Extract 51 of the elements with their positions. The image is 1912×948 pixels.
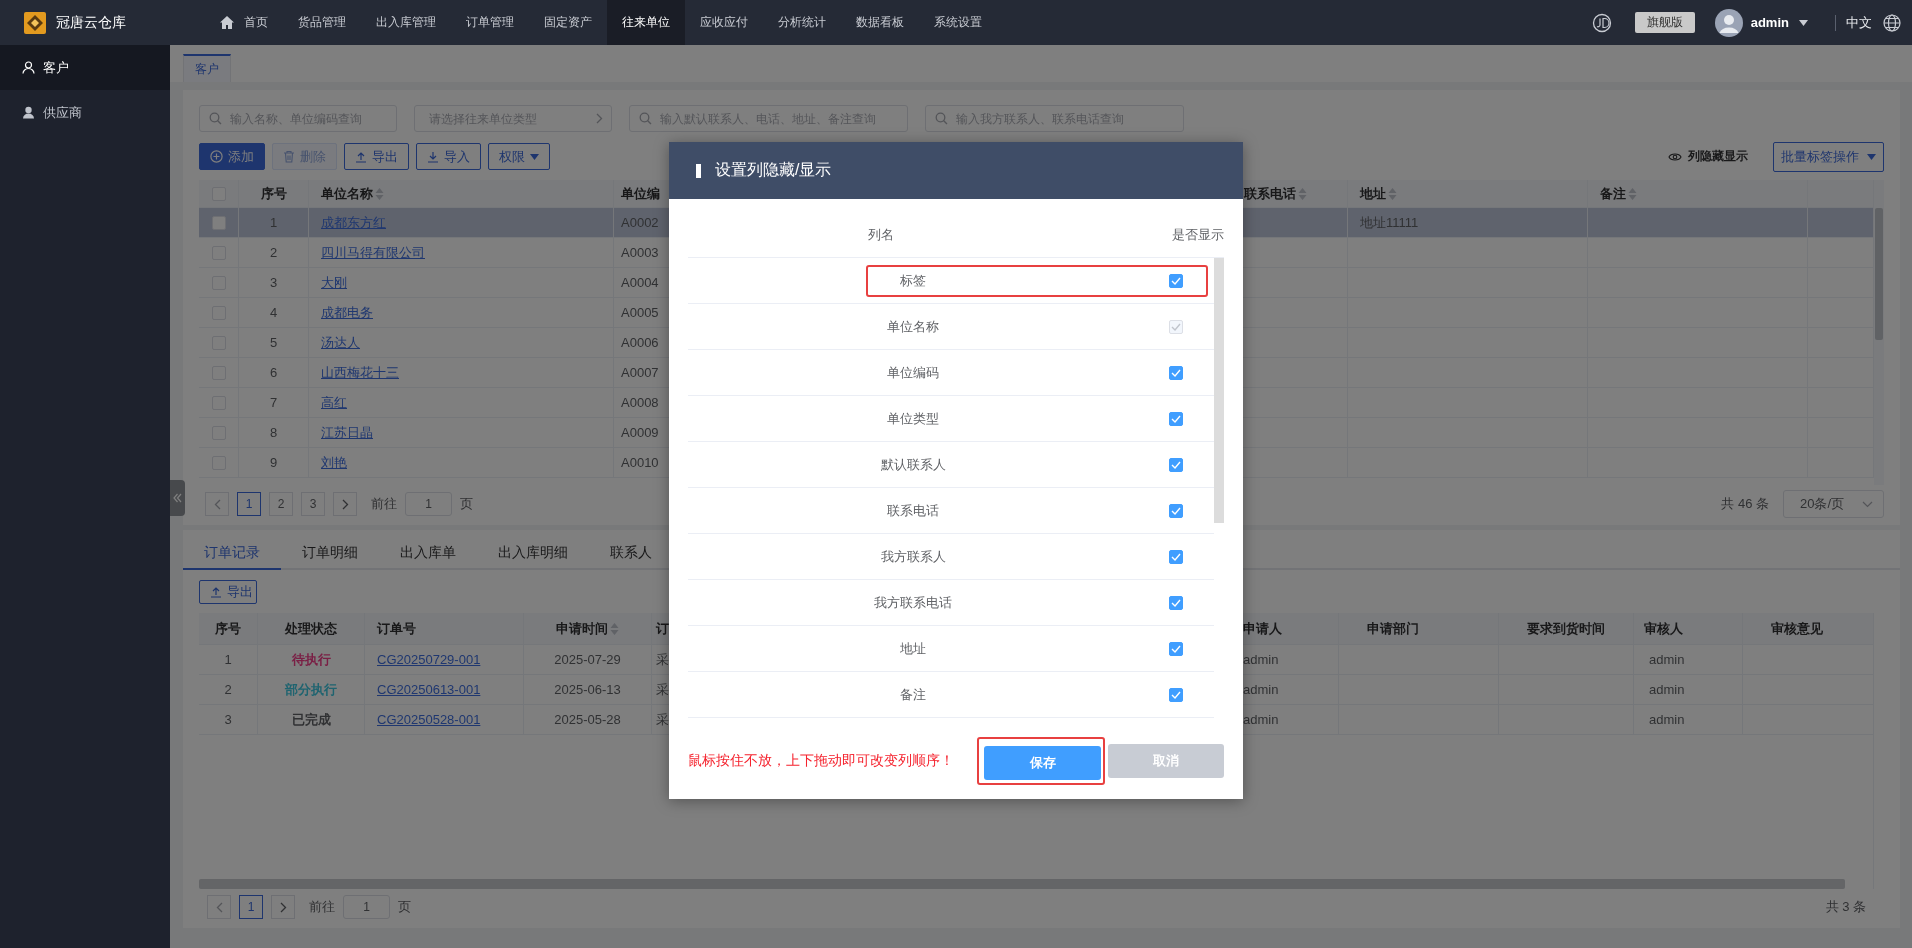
column-header: 处理状态	[258, 613, 365, 645]
column-name: 单位编码	[887, 363, 939, 382]
table-cell: 1	[199, 645, 258, 675]
hint-text: 鼠标按住不放，上下拖动即可改变列顺序！	[688, 752, 955, 770]
table-cell: 2025-06-13	[524, 675, 652, 705]
column-header: 审核意见	[1743, 613, 1874, 645]
table-cell: 5	[239, 328, 309, 358]
column-header: 申请部门	[1339, 613, 1499, 645]
app-name: 冠唐云仓库	[56, 13, 126, 32]
column-header: 备注	[1588, 180, 1808, 208]
column-header: 单位名称	[309, 180, 614, 208]
column-header: 要求到货时间	[1499, 613, 1634, 645]
table-cell: 7	[239, 388, 309, 418]
column-header: 订单号	[365, 613, 524, 645]
column-name: 我方联系人	[880, 547, 946, 566]
table-cell: admin	[1634, 705, 1743, 735]
total-count: 共 3 条	[1825, 898, 1866, 916]
status-text: 部分执行	[258, 675, 365, 705]
column-header: 申请时间	[524, 613, 652, 645]
column-name: 地址	[900, 639, 926, 658]
column-header: 序号	[239, 180, 309, 208]
table-cell: 3	[199, 705, 258, 735]
table-cell: 3	[239, 268, 309, 298]
table-cell: 1	[239, 208, 309, 238]
table-cell: 8	[239, 418, 309, 448]
dialog-title: 设置列隐藏/显示	[715, 160, 832, 180]
goto-label: 前往	[309, 898, 335, 916]
table-cell: 2025-05-28	[524, 705, 652, 735]
column-name: 联系电话	[887, 501, 939, 520]
table-cell: 6	[239, 358, 309, 388]
table-cell: admin	[1634, 675, 1743, 705]
edition-badge: 旗舰版	[1634, 12, 1695, 33]
column-header: 审核人	[1634, 613, 1743, 645]
page-unit: 页	[460, 495, 473, 513]
table-cell: 4	[239, 298, 309, 328]
column-header: 序号	[199, 613, 258, 645]
column-name: 我方联系电话	[874, 593, 952, 612]
total-count: 共 46 条	[1721, 495, 1769, 513]
status-text: 已完成	[258, 705, 365, 735]
table-cell: 2025-07-29	[524, 645, 652, 675]
table-cell: 2	[239, 238, 309, 268]
status-text: 待执行	[258, 645, 365, 675]
goto-label: 前往	[371, 495, 397, 513]
page-unit: 页	[398, 898, 411, 916]
column-name: 标签	[900, 271, 926, 290]
table-cell: 2	[199, 675, 258, 705]
column-name: 备注	[900, 685, 926, 704]
table-cell: 9	[239, 448, 309, 478]
column-name: 默认联系人	[880, 455, 946, 474]
table-cell: admin	[1634, 645, 1743, 675]
column-header: 地址	[1348, 180, 1588, 208]
